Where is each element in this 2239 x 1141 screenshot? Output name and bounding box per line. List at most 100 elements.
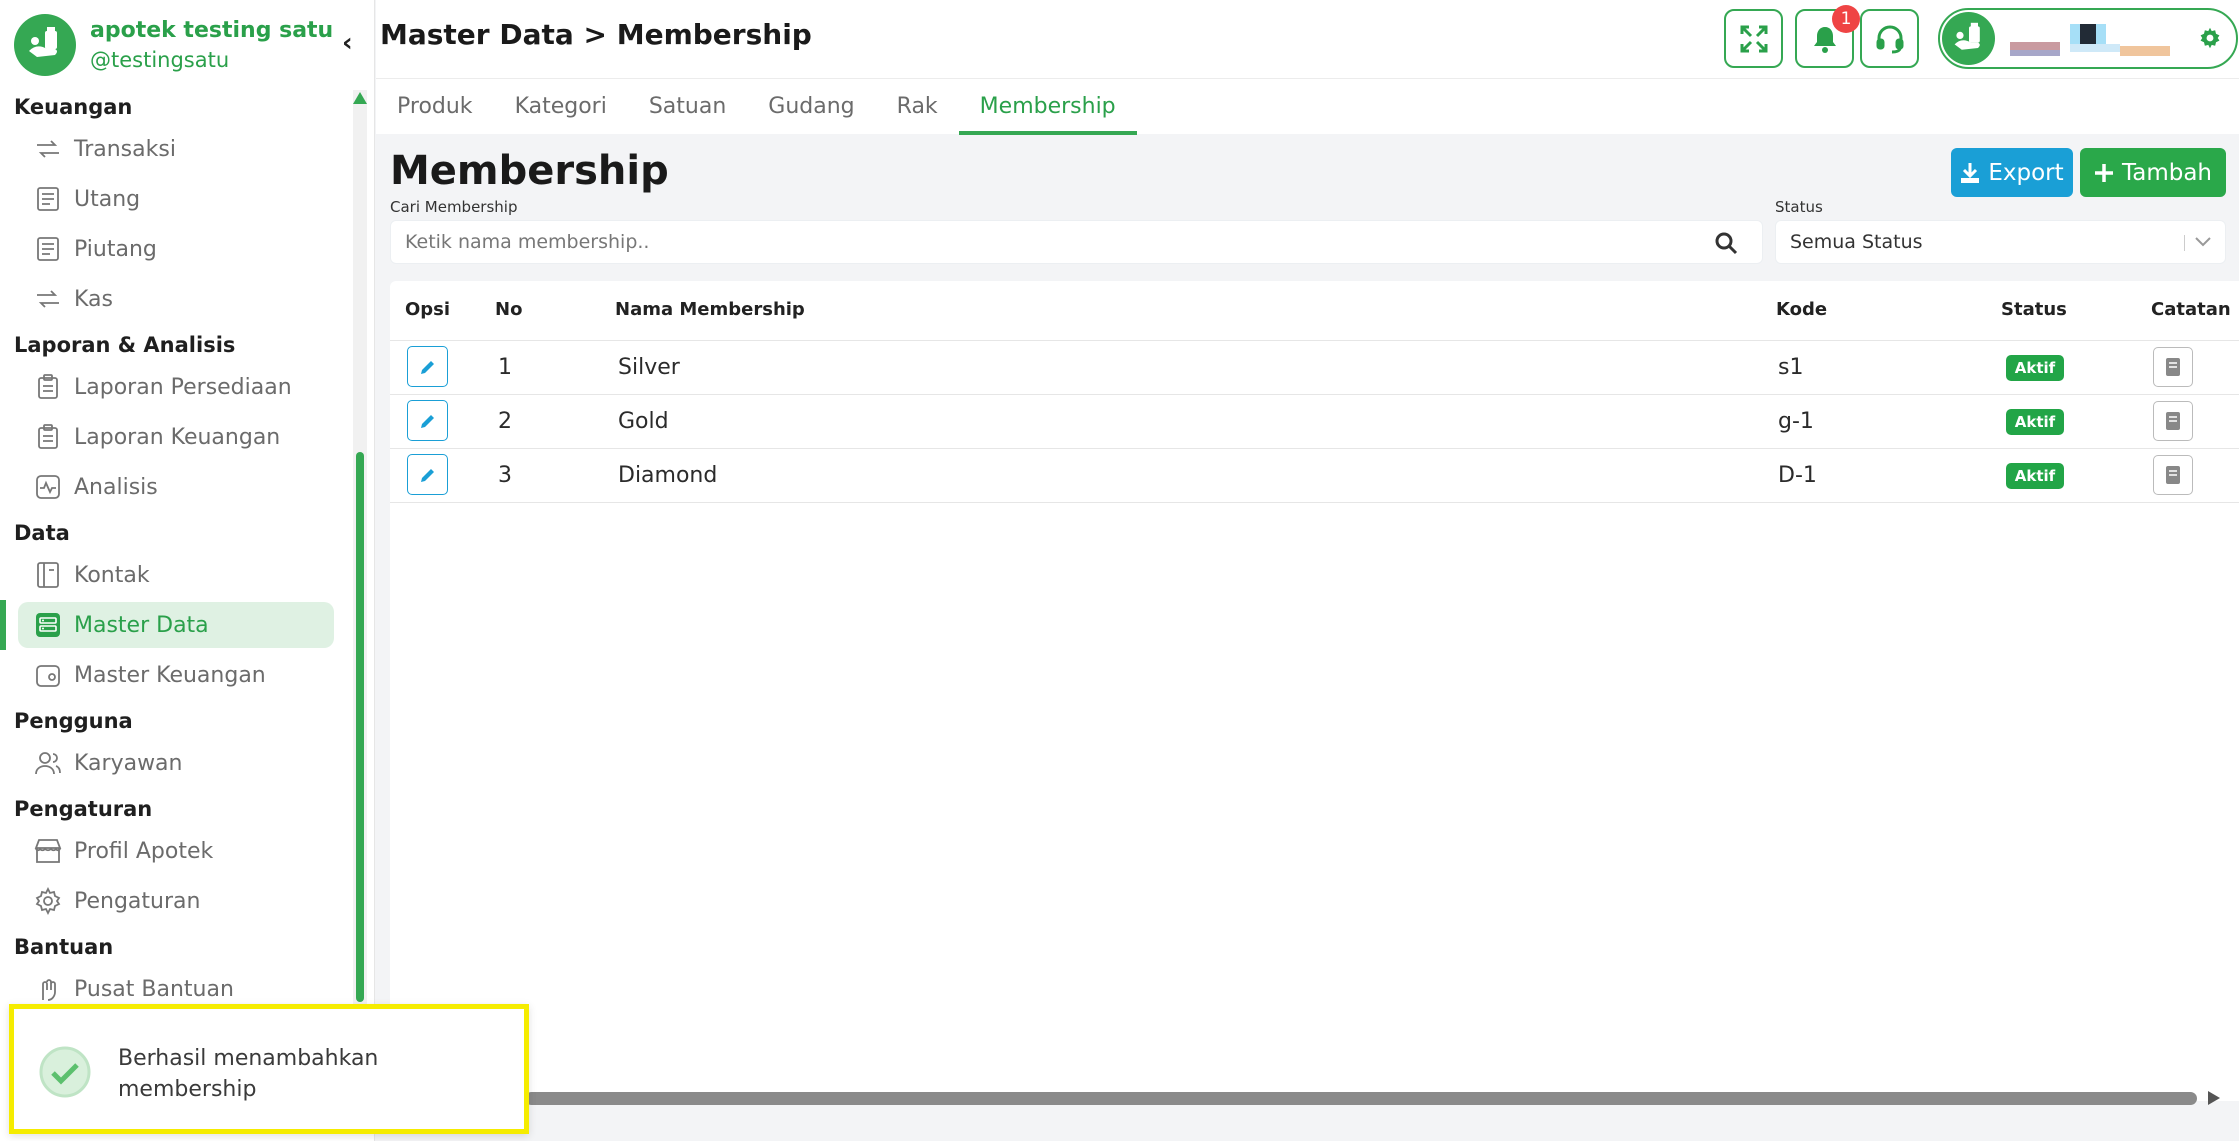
edit-button[interactable] bbox=[407, 400, 448, 441]
column-header-catatan: Catatan bbox=[2151, 299, 2231, 320]
sidebar-item-master-keuangan[interactable]: Master Keuangan bbox=[0, 650, 345, 700]
section-pengaturan: Pengaturan bbox=[14, 797, 153, 821]
row-code: g-1 bbox=[1778, 409, 1814, 434]
edit-button[interactable] bbox=[407, 454, 448, 495]
sidebar-scrollbar[interactable] bbox=[353, 90, 367, 1005]
membership-table: Opsi No Nama Membership Kode Status Cata… bbox=[390, 281, 2239, 1101]
search-box bbox=[390, 220, 1763, 264]
note-button[interactable] bbox=[2153, 347, 2193, 387]
download-icon bbox=[1961, 162, 1980, 183]
fullscreen-icon bbox=[1740, 25, 1767, 52]
column-header-no: No bbox=[495, 299, 523, 320]
hand-icon bbox=[34, 975, 62, 1003]
notebook-icon bbox=[2166, 358, 2180, 376]
row-no: 1 bbox=[498, 355, 512, 380]
search-input[interactable] bbox=[391, 221, 1691, 263]
sidebar-item-label: Analisis bbox=[74, 474, 158, 500]
sidebar-item-piutang[interactable]: Piutang bbox=[0, 224, 345, 274]
notification-button[interactable]: 1 bbox=[1795, 5, 1860, 68]
pulse-icon bbox=[34, 473, 62, 501]
sidebar-item-label: Profil Apotek bbox=[74, 838, 214, 864]
note-button[interactable] bbox=[2153, 455, 2193, 495]
scroll-up-arrow-icon[interactable] bbox=[353, 92, 367, 104]
sidebar-item-pusat-bantuan[interactable]: Pusat Bantuan bbox=[0, 964, 345, 1006]
sidebar-item-label: Utang bbox=[74, 186, 141, 212]
sidebar-item-karyawan[interactable]: Karyawan bbox=[0, 738, 345, 788]
status-badge: Aktif bbox=[2006, 463, 2064, 489]
tab-kategori[interactable]: Kategori bbox=[494, 79, 628, 135]
notification-count-badge: 1 bbox=[1832, 5, 1860, 33]
sidebar-item-transaksi[interactable]: Transaksi bbox=[0, 124, 345, 174]
wallet-icon bbox=[34, 661, 62, 689]
search-label: Cari Membership bbox=[390, 198, 518, 216]
search-icon[interactable] bbox=[1714, 231, 1738, 255]
sidebar-item-kas[interactable]: Kas bbox=[0, 274, 345, 324]
toast-message: Berhasil menambahkan membership bbox=[118, 1046, 379, 1102]
row-name: Gold bbox=[618, 409, 669, 434]
table-horizontal-scrollbar[interactable] bbox=[525, 1092, 2197, 1105]
brand[interactable]: apotek testing satu @testingsatu bbox=[14, 12, 333, 78]
avatar bbox=[1942, 12, 1995, 65]
sidebar-item-analisis[interactable]: Analisis bbox=[0, 462, 345, 512]
edit-button[interactable] bbox=[407, 346, 448, 387]
collapse-sidebar-icon[interactable]: ‹ bbox=[342, 28, 353, 58]
page-title: Membership bbox=[390, 148, 669, 194]
sidebar-item-label: Pengaturan bbox=[74, 888, 201, 914]
profile-menu[interactable] bbox=[1938, 8, 2238, 69]
sidebar-item-profil-apotek[interactable]: Profil Apotek bbox=[0, 826, 345, 876]
status-select-value: Semua Status bbox=[1790, 231, 1923, 253]
row-name: Silver bbox=[618, 355, 680, 380]
section-laporan: Laporan & Analisis bbox=[14, 333, 236, 357]
note-button[interactable] bbox=[2153, 401, 2193, 441]
sidebar-item-pengaturan[interactable]: Pengaturan bbox=[0, 876, 345, 926]
sidebar-item-label: Pusat Bantuan bbox=[74, 976, 234, 1002]
tab-satuan[interactable]: Satuan bbox=[628, 79, 747, 135]
support-button[interactable] bbox=[1860, 9, 1919, 68]
sidebar-item-laporan-keuangan[interactable]: Laporan Keuangan bbox=[0, 412, 345, 462]
pencil-icon bbox=[420, 360, 434, 374]
fullscreen-button[interactable] bbox=[1724, 9, 1783, 68]
section-data: Data bbox=[14, 521, 70, 545]
notebook-icon bbox=[2166, 412, 2180, 430]
add-label: Tambah bbox=[2121, 159, 2212, 186]
sidebar-item-label: Master Keuangan bbox=[74, 662, 266, 688]
scroll-right-arrow-icon[interactable] bbox=[2208, 1091, 2220, 1105]
sidebar-item-laporan-persediaan[interactable]: Laporan Persediaan bbox=[0, 362, 345, 412]
gear-icon bbox=[34, 887, 62, 915]
select-separator bbox=[2184, 235, 2185, 251]
success-toast[interactable]: Berhasil menambahkan membership bbox=[9, 1004, 529, 1134]
profile-name-redacted bbox=[2010, 24, 2170, 56]
sidebar-item-label: Master Data bbox=[74, 612, 209, 638]
tab-rak[interactable]: Rak bbox=[876, 79, 959, 135]
pencil-icon bbox=[420, 468, 434, 482]
check-circle-icon bbox=[39, 1046, 91, 1098]
section-pengguna: Pengguna bbox=[14, 709, 133, 733]
sidebar-item-kontak[interactable]: Kontak bbox=[0, 550, 345, 600]
clipboard-icon bbox=[34, 423, 62, 451]
gear-icon[interactable] bbox=[2198, 26, 2222, 50]
add-membership-button[interactable]: Tambah bbox=[2080, 148, 2226, 197]
sidebar-item-label: Piutang bbox=[74, 236, 157, 262]
sidebar-item-utang[interactable]: Utang bbox=[0, 174, 345, 224]
row-code: D-1 bbox=[1778, 463, 1817, 488]
export-label: Export bbox=[1988, 159, 2064, 186]
users-icon bbox=[34, 749, 62, 777]
tab-membership[interactable]: Membership bbox=[958, 79, 1137, 135]
status-badge: Aktif bbox=[2006, 409, 2064, 435]
sidebar-item-label: Laporan Persediaan bbox=[74, 374, 292, 400]
transfer-icon bbox=[34, 135, 62, 163]
tab-gudang[interactable]: Gudang bbox=[747, 79, 875, 135]
breadcrumb: Master Data > Membership bbox=[380, 18, 812, 51]
status-select[interactable]: Semua Status bbox=[1775, 220, 2226, 264]
top-header: Master Data > Membership 1 bbox=[376, 0, 2239, 78]
column-header-opsi: Opsi bbox=[405, 299, 451, 320]
tab-produk[interactable]: Produk bbox=[376, 79, 494, 135]
sidebar-nav: Keuangan Transaksi Utang Piutang Kas Lap… bbox=[0, 86, 345, 1006]
sidebar-item-master-data[interactable]: Master Data bbox=[0, 600, 345, 650]
contact-book-icon bbox=[34, 561, 62, 589]
row-no: 2 bbox=[498, 409, 512, 434]
plus-icon bbox=[2094, 163, 2113, 182]
column-header-status: Status bbox=[2001, 299, 2067, 320]
export-button[interactable]: Export bbox=[1951, 148, 2073, 197]
scrollbar-thumb[interactable] bbox=[356, 452, 364, 1002]
